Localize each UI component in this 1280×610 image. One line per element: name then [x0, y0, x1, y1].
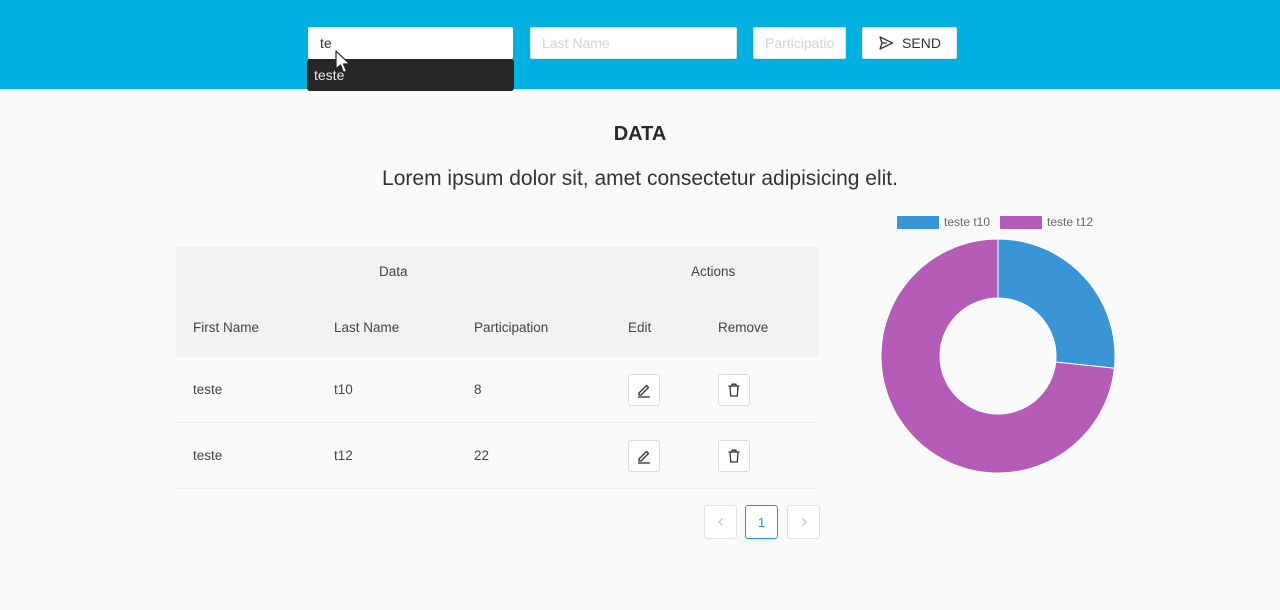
pagination-prev-button[interactable] — [704, 505, 737, 539]
edit-button[interactable] — [628, 440, 660, 472]
send-label: SEND — [902, 35, 941, 51]
legend-label: teste t10 — [944, 215, 991, 229]
cell-first-name: teste — [193, 448, 223, 463]
column-header-participation[interactable]: Participation — [474, 320, 548, 335]
page-subtitle: Lorem ipsum dolor sit, amet consectetur … — [382, 167, 898, 190]
participation-input[interactable] — [753, 27, 846, 59]
send-button[interactable]: SEND — [862, 27, 957, 59]
pencil-icon — [638, 384, 650, 398]
legend-swatch-2 — [1000, 215, 1043, 229]
donut-chart — [880, 238, 1116, 474]
table-row: teste t12 22 — [176, 423, 819, 489]
legend-item[interactable]: teste t12 — [1000, 215, 1093, 229]
group-header-actions: Actions — [691, 264, 736, 279]
column-header-edit: Edit — [628, 320, 652, 335]
mouse-cursor-icon — [335, 50, 351, 74]
column-header-remove: Remove — [718, 320, 769, 335]
chevron-left-icon — [717, 518, 723, 526]
chart-legend: teste t10 teste t12 — [897, 215, 1103, 229]
send-icon — [879, 36, 894, 50]
cell-last-name: t12 — [334, 448, 353, 463]
cell-last-name: t10 — [334, 382, 353, 397]
table-row: teste t10 8 — [176, 357, 819, 423]
trash-icon — [728, 383, 740, 397]
legend-item[interactable]: teste t10 — [897, 215, 990, 229]
legend-label: teste t12 — [1047, 215, 1094, 229]
edit-button[interactable] — [628, 374, 660, 406]
remove-button[interactable] — [718, 440, 750, 472]
trash-icon — [728, 449, 740, 463]
group-header-data: Data — [379, 264, 408, 279]
pencil-icon — [638, 450, 650, 464]
page-title: DATA — [613, 123, 667, 145]
donut-slice[interactable] — [997, 238, 1116, 369]
legend-swatch-1 — [897, 215, 939, 229]
cell-first-name: teste — [193, 382, 223, 397]
table-header: Data Actions First Name Last Name Partic… — [176, 247, 819, 357]
data-table: Data Actions First Name Last Name Partic… — [176, 247, 819, 489]
remove-button[interactable] — [718, 374, 750, 406]
pagination-page-label: 1 — [757, 514, 766, 530]
pagination-page-button[interactable]: 1 — [745, 505, 778, 539]
cell-participation: 8 — [474, 382, 482, 397]
column-header-last-name[interactable]: Last Name — [334, 320, 399, 335]
pagination-next-button[interactable] — [787, 505, 820, 539]
chevron-right-icon — [801, 518, 807, 526]
column-header-first-name[interactable]: First Name — [193, 320, 259, 335]
last-name-input[interactable] — [530, 27, 737, 59]
cell-participation: 22 — [474, 448, 490, 463]
